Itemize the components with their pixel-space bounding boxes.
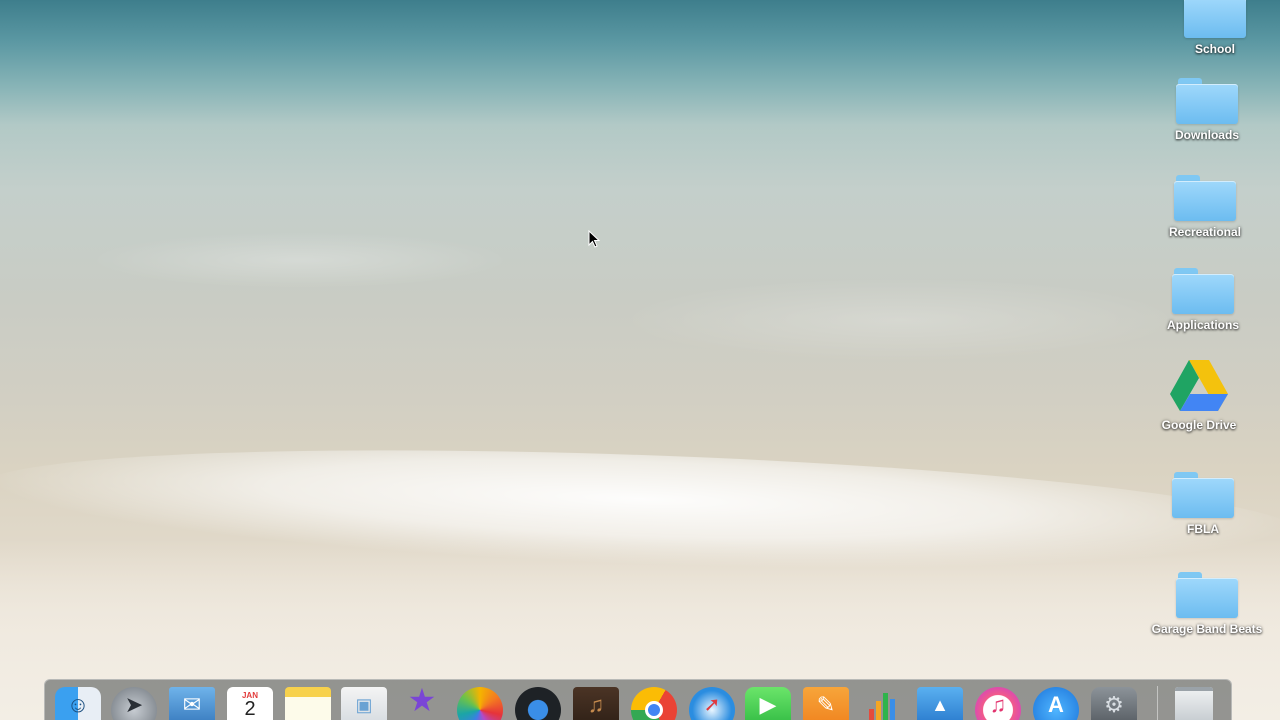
preview-icon[interactable]: ▣ (341, 687, 387, 720)
folder-icon (1176, 572, 1238, 618)
trash-icon[interactable] (1175, 687, 1213, 720)
desktop-icon-label: Recreational (1168, 225, 1242, 239)
mail-icon[interactable]: ✉ (169, 687, 215, 720)
calendar-day: 2 (244, 698, 256, 720)
photos-icon[interactable] (457, 687, 503, 720)
imovie-icon[interactable]: ★ (399, 687, 445, 720)
desktop-icon-label: Google Drive (1161, 418, 1237, 432)
launchpad-icon[interactable]: ➤ (111, 687, 157, 720)
desktop-icon-label: School (1194, 42, 1235, 56)
desktop-icon-downloads[interactable]: Downloads (1142, 78, 1272, 142)
mouse-cursor-icon (588, 230, 600, 248)
desktop-icon-label: FBLA (1187, 522, 1219, 536)
quicktime-icon[interactable] (515, 687, 561, 720)
desktop-icons: School Downloads Recreational Applicatio… (1140, 0, 1280, 680)
pages-icon[interactable]: ✎ (803, 687, 849, 720)
calendar-icon[interactable]: JAN 2 (227, 687, 273, 720)
facetime-icon[interactable]: ▶ (745, 687, 791, 720)
folder-icon (1174, 175, 1236, 221)
desktop-icon-label: Downloads (1174, 128, 1239, 142)
desktop-icon-label: Applications (1166, 318, 1239, 332)
chrome-icon[interactable] (631, 687, 677, 720)
desktop-icon-fbla[interactable]: FBLA (1138, 472, 1268, 536)
desktop-icon-label: Garage Band Beats (1151, 622, 1263, 636)
folder-icon (1176, 78, 1238, 124)
finder-icon[interactable]: ☺ (55, 687, 101, 720)
numbers-icon[interactable] (861, 687, 907, 720)
garageband-icon[interactable]: ♫ (573, 687, 619, 720)
dock-separator (1157, 686, 1158, 720)
folder-icon (1172, 268, 1234, 314)
desktop[interactable]: School Downloads Recreational Applicatio… (0, 0, 1280, 720)
safari-icon[interactable]: ➚ (689, 687, 735, 720)
google-drive-icon (1170, 360, 1228, 411)
app-store-icon[interactable]: A (1033, 687, 1079, 720)
desktop-icon-recreational[interactable]: Recreational (1140, 175, 1270, 239)
folder-icon (1172, 472, 1234, 518)
system-preferences-icon[interactable]: ⚙ (1091, 687, 1137, 720)
desktop-icon-garage-band-beats[interactable]: Garage Band Beats (1142, 572, 1272, 636)
desktop-icon-school[interactable]: School (1150, 0, 1280, 56)
folder-icon (1184, 0, 1246, 38)
desktop-icon-google-drive[interactable]: Google Drive (1134, 358, 1264, 432)
notes-icon[interactable] (285, 687, 331, 720)
itunes-icon[interactable]: ♫ (975, 687, 1021, 720)
keynote-icon[interactable]: ▲ (917, 687, 963, 720)
desktop-icon-applications[interactable]: Applications (1138, 268, 1268, 332)
dock: ☺ ➤ ✉ JAN 2 ▣ ★ ♫ ➚ ▶ ✎ ▲ ♫ A ⚙ (44, 679, 1232, 720)
